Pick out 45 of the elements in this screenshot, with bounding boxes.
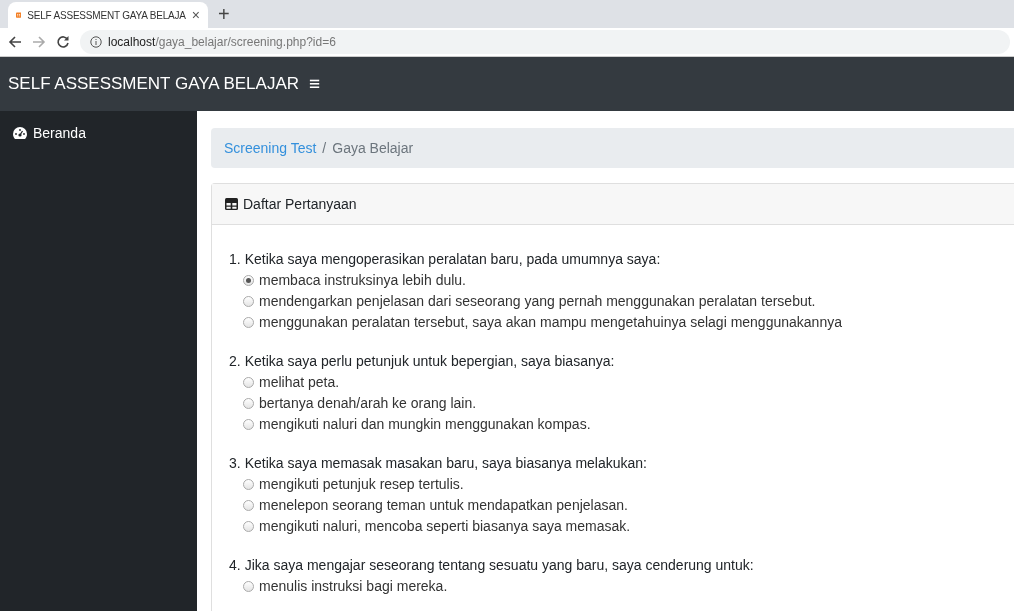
address-bar[interactable]: localhost/gaya_belajar/screening.php?id=6	[80, 30, 1010, 54]
sidebar-item[interactable]: Beranda	[12, 125, 185, 141]
radio-button[interactable]	[243, 419, 254, 430]
radio-button[interactable]	[243, 581, 254, 592]
question-text: Ketika saya mengoperasikan peralatan baru, pada umumnya saya:	[244, 250, 661, 269]
question-number: 2.	[229, 352, 241, 371]
answer-option[interactable]: menelepon seorang teman untuk mendapatkan penjelasan.	[243, 495, 1014, 516]
answer-option[interactable]: mendengarkan penjelasan dari seseorang yang pernah menggunakan peralatan tersebut.	[243, 291, 1014, 312]
radio-button[interactable]	[243, 317, 254, 328]
question-number: 3.	[229, 454, 241, 473]
answer-option[interactable]: mengikuti naluri dan mungkin menggunakan kompas.	[243, 414, 1014, 435]
question-text: Ketika saya memasak masakan baru, saya biasanya melakukan:	[244, 454, 647, 473]
radio-button[interactable]	[243, 521, 254, 532]
radio-button[interactable]	[243, 296, 254, 307]
dashboard-icon	[12, 126, 28, 140]
new-tab-button[interactable]: +	[218, 4, 230, 24]
table-icon	[225, 198, 238, 210]
card-title: Daftar Pertanyaan	[243, 196, 357, 212]
radio-button[interactable]	[243, 500, 254, 511]
answer-option[interactable]: mengikuti naluri, mencoba seperti biasanya saya memasak.	[243, 516, 1014, 537]
back-icon[interactable]	[8, 35, 22, 49]
answer-option[interactable]: bertanya denah/arah ke orang lain.	[243, 393, 1014, 414]
answer-option[interactable]: menulis instruksi bagi mereka.	[243, 576, 1014, 597]
radio-button[interactable]	[243, 398, 254, 409]
answer-option[interactable]: menggunakan peralatan tersebut, saya akan mampu mengetahuinya selagi menggunakannya	[243, 312, 1014, 333]
answer-option[interactable]: mengikuti petunjuk resep tertulis.	[243, 474, 1014, 495]
answer-option[interactable]: melihat peta.	[243, 372, 1014, 393]
answer-option[interactable]: membaca instruksinya lebih dulu.	[243, 270, 1014, 291]
reload-icon[interactable]	[56, 35, 70, 49]
close-tab-button[interactable]: ×	[191, 7, 200, 23]
brand-title[interactable]: SELF ASSESSMENT GAYA BELAJAR	[8, 74, 299, 94]
question-number: 4.	[229, 556, 241, 575]
radio-button[interactable]	[243, 275, 254, 286]
question-text: Jika saya mengajar seseorang tentang sesuatu yang baru, saya cenderung untuk:	[244, 556, 754, 575]
radio-button[interactable]	[243, 479, 254, 490]
question-number: 1.	[229, 250, 241, 269]
tab-title: SELF ASSESSMENT GAYA BELAJA	[27, 9, 186, 21]
breadcrumb-separator: /	[322, 140, 327, 156]
browser-tab[interactable]: SELF ASSESSMENT GAYA BELAJA ×	[8, 2, 208, 28]
forward-icon[interactable]	[32, 35, 46, 49]
breadcrumb-current: Gaya Belajar	[332, 140, 414, 156]
question-text: Ketika saya perlu petunjuk untuk bepergian, saya biasanya:	[244, 352, 615, 371]
menu-toggle-button[interactable]: ≡	[307, 73, 323, 95]
radio-button[interactable]	[243, 377, 254, 388]
info-icon	[90, 36, 102, 48]
